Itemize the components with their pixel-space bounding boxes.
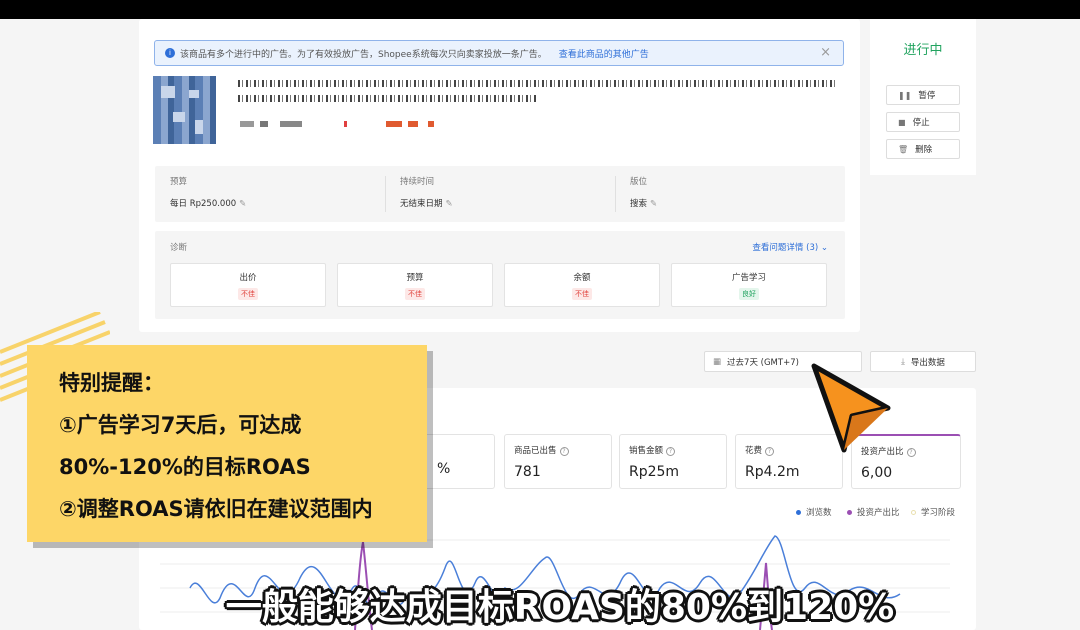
callout-title: 特别提醒： bbox=[59, 371, 164, 395]
placement-section: 版位 搜索 ✎ bbox=[615, 166, 845, 222]
placement-value: 搜索 bbox=[630, 199, 648, 209]
price-blurred bbox=[240, 121, 440, 127]
metric-items-sold[interactable]: 商品已出售? 781 bbox=[504, 434, 612, 489]
legend-item-learning-phase[interactable]: 学习阶段 bbox=[911, 506, 955, 518]
metric-sales-amount[interactable]: 销售金额? Rp25m bbox=[619, 434, 727, 489]
diagnosis-item-ad-learning: 广告学习 良好 bbox=[671, 263, 827, 307]
diagnosis-box: 诊断 查看问题详情 (3) ⌄ 出价 不佳 预算 不佳 余额 不佳 广告学习 良… bbox=[155, 231, 845, 319]
diagnosis-title: 诊断 bbox=[170, 243, 188, 253]
stop-icon: ■ bbox=[898, 117, 906, 127]
placement-label: 版位 bbox=[630, 177, 648, 187]
callout-line-1: ①广告学习7天后，可达成 bbox=[59, 413, 302, 437]
tip-callout: 特别提醒： ①广告学习7天后，可达成 80%-120%的目标ROAS ②调整RO… bbox=[27, 345, 427, 542]
budget-value: 每日 Rp250.000 bbox=[170, 199, 237, 209]
status-badge: 不佳 bbox=[572, 288, 592, 300]
help-icon: ? bbox=[559, 447, 569, 456]
diagnosis-item-bid: 出价 不佳 bbox=[170, 263, 326, 307]
diagnosis-item-balance: 余额 不佳 bbox=[504, 263, 660, 307]
callout-line-3: ②调整ROAS请依旧在建议范围内 bbox=[59, 497, 373, 521]
video-top-bar bbox=[0, 0, 1080, 19]
help-icon: ? bbox=[666, 447, 676, 456]
status-badge: 不佳 bbox=[238, 288, 258, 300]
pause-button[interactable]: ❚❚ 暂停 bbox=[886, 85, 960, 105]
budget-label: 预算 bbox=[170, 177, 188, 187]
ad-settings-box: 预算 每日 Rp250.000 ✎ 持续时间 无结束日期 ✎ 版位 搜索 ✎ bbox=[155, 166, 845, 222]
product-name-blurred-2 bbox=[238, 95, 538, 102]
other-ads-link[interactable]: 查看此商品的其他广告 bbox=[559, 47, 649, 60]
info-icon: i bbox=[165, 48, 175, 58]
product-name-blurred bbox=[238, 80, 838, 87]
edit-pencil-icon[interactable]: ✎ bbox=[239, 199, 246, 209]
calendar-icon: ▦ bbox=[713, 356, 722, 367]
trash-icon: 🗑 bbox=[898, 144, 909, 154]
help-icon: ? bbox=[765, 447, 775, 456]
download-icon: ⤓ bbox=[901, 356, 905, 367]
ad-status-text: 进行中 bbox=[903, 43, 943, 58]
notice-text: 该商品有多个进行中的广告。为了有效投放广告，Shopee系统每次只向卖家投放一条… bbox=[180, 49, 547, 60]
status-badge: 良好 bbox=[739, 288, 759, 300]
cursor-arrow-icon bbox=[811, 363, 891, 453]
legend-item-views[interactable]: 浏览数 bbox=[796, 506, 832, 518]
notice-banner: i 该商品有多个进行中的广告。为了有效投放广告，Shopee系统每次只向卖家投放… bbox=[154, 40, 844, 66]
callout-line-2: 80%-120%的目标ROAS bbox=[59, 455, 311, 479]
edit-pencil-icon[interactable]: ✎ bbox=[446, 199, 453, 209]
chevron-down-icon: ⌄ bbox=[820, 243, 828, 253]
delete-button[interactable]: 🗑 删除 bbox=[886, 139, 960, 159]
legend-item-roas[interactable]: 投资产出比 bbox=[847, 506, 900, 518]
duration-label: 持续时间 bbox=[400, 177, 435, 187]
stop-button[interactable]: ■ 停止 bbox=[886, 112, 960, 132]
duration-value: 无结束日期 bbox=[400, 199, 443, 209]
edit-pencil-icon[interactable]: ✎ bbox=[650, 199, 657, 209]
diagnosis-details-link[interactable]: 查看问题详情 (3) ⌄ bbox=[752, 241, 828, 253]
duration-section: 持续时间 无结束日期 ✎ bbox=[385, 166, 615, 222]
budget-section: 预算 每日 Rp250.000 ✎ bbox=[155, 166, 385, 222]
help-icon: ? bbox=[906, 448, 916, 457]
diagnosis-item-budget: 预算 不佳 bbox=[337, 263, 493, 307]
video-subtitle: 一般能够达成目标ROAS的80%到120% bbox=[225, 587, 895, 628]
close-icon[interactable]: × bbox=[820, 45, 831, 60]
status-badge: 不佳 bbox=[405, 288, 425, 300]
product-thumbnail bbox=[153, 76, 216, 144]
ad-status-panel: 进行中 ❚❚ 暂停 ■ 停止 🗑 删除 bbox=[870, 19, 976, 175]
pause-icon: ❚❚ bbox=[898, 90, 912, 100]
